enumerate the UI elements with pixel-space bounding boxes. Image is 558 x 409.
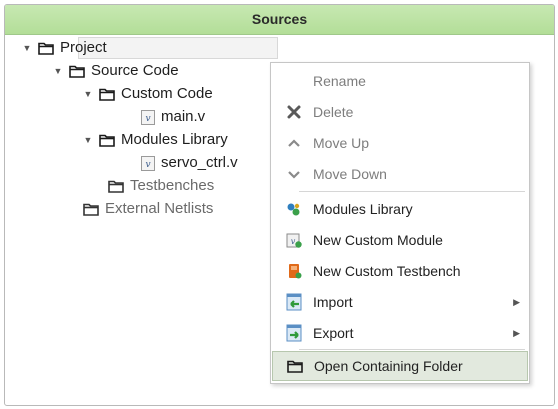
menu-item-move-down[interactable]: Move Down <box>272 159 528 189</box>
chevron-down-icon[interactable]: ▼ <box>81 129 95 151</box>
svg-text:v: v <box>145 160 150 170</box>
tree-label: Modules Library <box>121 131 228 148</box>
new-testbench-icon <box>284 261 304 281</box>
tree-item-external-netlists[interactable]: External Netlists <box>83 198 213 220</box>
delete-x-icon <box>284 102 304 122</box>
selection-highlight <box>78 37 278 59</box>
menu-separator <box>299 349 525 350</box>
rename-icon <box>284 71 304 91</box>
tree-item-servo-ctrl-v[interactable]: v servo_ctrl.v <box>141 152 238 174</box>
folder-icon <box>38 42 54 55</box>
svg-text:v: v <box>145 114 150 124</box>
menu-label: Delete <box>313 104 354 120</box>
menu-item-new-custom-module[interactable]: v New Custom Module <box>272 225 528 255</box>
menu-item-delete[interactable]: Delete <box>272 97 528 127</box>
menu-label: Rename <box>313 73 366 89</box>
tree-item-modules-library[interactable]: ▼ Modules Library <box>81 129 228 151</box>
menu-label: Modules Library <box>313 201 413 217</box>
tree-label: Source Code <box>91 62 179 79</box>
tree-label: main.v <box>161 108 206 125</box>
tree-item-project[interactable]: ▼ Project <box>20 37 107 59</box>
tree-label: External Netlists <box>105 200 214 217</box>
menu-item-export[interactable]: Export ▶ <box>272 318 528 348</box>
chevron-down-icon[interactable]: ▼ <box>20 37 34 59</box>
folder-icon <box>285 356 305 376</box>
export-icon <box>284 323 304 343</box>
tree-label: Testbenches <box>130 177 215 194</box>
tree-label: servo_ctrl.v <box>161 154 238 171</box>
verilog-file-icon: v <box>141 155 155 171</box>
menu-label: Open Containing Folder <box>314 358 463 374</box>
folder-icon <box>108 180 124 193</box>
chevron-down-icon[interactable]: ▼ <box>81 83 95 105</box>
svg-text:v: v <box>291 237 296 246</box>
menu-item-modules-library[interactable]: Modules Library <box>272 194 528 224</box>
verilog-file-icon: v <box>141 109 155 125</box>
menu-label: Import <box>313 294 353 310</box>
menu-label: New Custom Testbench <box>313 263 461 279</box>
menu-label: Move Down <box>313 166 387 182</box>
tree-item-testbenches[interactable]: Testbenches <box>108 175 214 197</box>
folder-icon <box>69 65 85 78</box>
new-module-icon: v <box>284 230 304 250</box>
menu-label: Move Up <box>313 135 370 151</box>
chevron-down-icon[interactable]: ▼ <box>51 60 65 82</box>
tree-item-main-v[interactable]: v main.v <box>141 106 205 128</box>
tree-label: Project <box>60 39 107 56</box>
modules-library-icon <box>284 199 304 219</box>
menu-item-open-containing-folder[interactable]: Open Containing Folder <box>272 351 528 381</box>
chevron-down-icon <box>284 164 304 184</box>
chevron-up-icon <box>284 133 304 153</box>
folder-icon <box>99 134 115 147</box>
menu-label: Export <box>313 325 354 341</box>
menu-separator <box>299 191 525 192</box>
context-menu: Rename Delete Move Up Move Down Modules … <box>270 62 530 384</box>
menu-label: New Custom Module <box>313 232 443 248</box>
submenu-arrow-icon: ▶ <box>513 328 520 338</box>
import-icon <box>284 292 304 312</box>
submenu-arrow-icon: ▶ <box>513 297 520 307</box>
menu-item-rename[interactable]: Rename <box>272 66 528 96</box>
folder-icon <box>83 203 99 216</box>
menu-item-import[interactable]: Import ▶ <box>272 287 528 317</box>
menu-item-move-up[interactable]: Move Up <box>272 128 528 158</box>
tree-item-custom-code[interactable]: ▼ Custom Code <box>81 83 213 105</box>
menu-item-new-custom-testbench[interactable]: New Custom Testbench <box>272 256 528 286</box>
folder-icon <box>99 88 115 101</box>
tree-label: Custom Code <box>121 85 213 102</box>
panel-title: Sources <box>5 5 554 35</box>
tree-item-source-code[interactable]: ▼ Source Code <box>51 60 179 82</box>
